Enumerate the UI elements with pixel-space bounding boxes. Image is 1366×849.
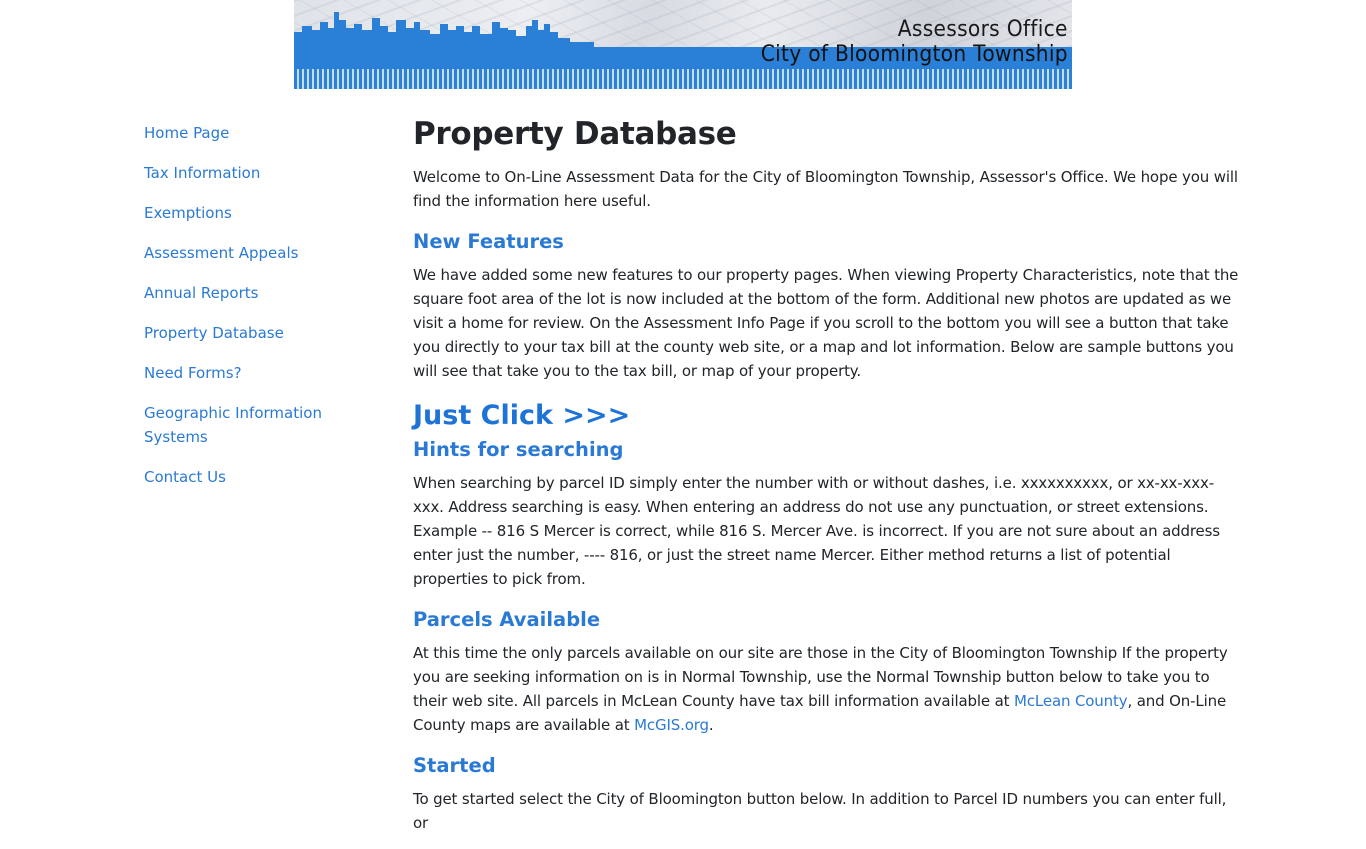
hints-heading: Hints for searching (413, 438, 624, 461)
page-title: Property Database (413, 116, 737, 152)
banner-stripes (294, 69, 1072, 89)
just-click-heading: Just Click >>> (413, 400, 631, 431)
intro-text: Welcome to On-Line Assessment Data for t… (413, 168, 1238, 210)
sidebar-item-assessment-appeals[interactable]: Assessment Appeals (144, 241, 344, 265)
main-content: Property Database Welcome to On-Line Ass… (413, 112, 1243, 849)
parcels-heading: Parcels Available (413, 608, 601, 631)
hints-text: When searching by parcel ID simply enter… (413, 474, 1220, 588)
mclean-county-link[interactable]: McLean County (1014, 692, 1128, 710)
sidebar-nav: Home Page Tax Information Exemptions Ass… (144, 121, 344, 505)
sidebar-item-property-database[interactable]: Property Database (144, 321, 344, 345)
sidebar-item-geographic-information-systems[interactable]: Geographic Information Systems (144, 401, 324, 449)
sidebar-item-home-page[interactable]: Home Page (144, 121, 344, 145)
site-banner: Assessors Office City of Bloomington Tow… (294, 0, 1072, 89)
mcgis-link[interactable]: McGIS.org (634, 716, 709, 734)
started-text: To get started select the City of Bloomi… (413, 790, 1227, 832)
new-features-heading: New Features (413, 230, 564, 253)
sidebar-item-tax-information[interactable]: Tax Information (144, 161, 344, 185)
started-heading: Started (413, 754, 496, 777)
parcels-text-part3: . (708, 716, 714, 734)
sidebar-item-need-forms[interactable]: Need Forms? (144, 361, 344, 385)
sidebar-item-exemptions[interactable]: Exemptions (144, 201, 344, 225)
sidebar-item-contact-us[interactable]: Contact Us (144, 465, 344, 489)
banner-subtitle: City of Bloomington Township (760, 42, 1068, 67)
banner-title: Assessors Office (898, 17, 1068, 42)
parcels-text: At this time the only parcels available … (413, 641, 1243, 737)
city-skyline-graphic (294, 12, 594, 48)
new-features-text: We have added some new features to our p… (413, 266, 1239, 380)
sidebar-item-annual-reports[interactable]: Annual Reports (144, 281, 344, 305)
